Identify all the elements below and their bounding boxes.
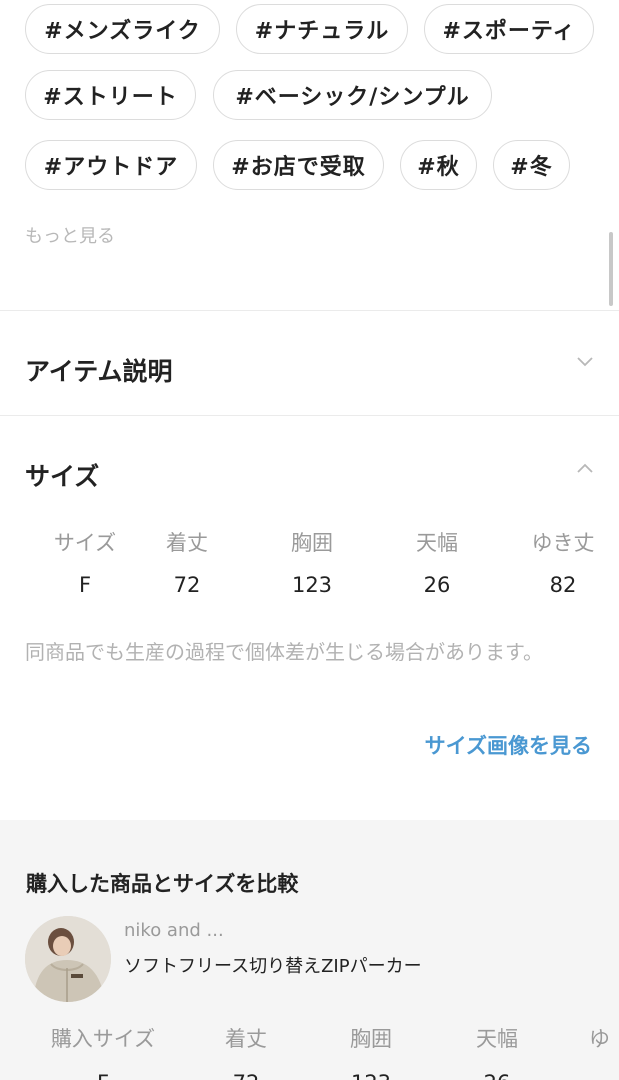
compare-column: 着丈 72	[181, 1024, 311, 1080]
tag-chip[interactable]: #スポーティ	[424, 4, 594, 54]
tag-chip[interactable]: #ストリート	[25, 70, 196, 120]
tag-chip[interactable]: #お店で受取	[213, 140, 384, 190]
size-value: 72	[173, 573, 201, 597]
chevron-up-icon[interactable]	[577, 460, 593, 476]
compare-header: 購入サイズ	[50, 1027, 156, 1051]
tag-chip[interactable]: #冬	[493, 140, 570, 190]
size-header: 着丈	[166, 531, 208, 555]
size-column: ゆき丈 82	[508, 528, 618, 600]
person-hoodie-icon	[25, 916, 111, 1002]
size-column: 着丈 72	[132, 528, 242, 600]
size-value: 82	[549, 573, 577, 597]
brand-name: niko and ...	[124, 920, 224, 941]
tag-chip[interactable]: #ベーシック/シンプル	[213, 70, 492, 120]
size-header: 胸囲	[291, 531, 333, 555]
scrollbar[interactable]	[609, 232, 613, 306]
compare-header: ゆ	[589, 1027, 610, 1051]
more-link[interactable]: もっと見る	[25, 222, 115, 248]
size-column: サイズ F	[30, 528, 140, 600]
chevron-down-icon[interactable]	[577, 354, 593, 370]
size-note: 同商品でも生産の過程で個体差が生じる場合があります。	[25, 640, 543, 664]
item-description-title[interactable]: アイテム説明	[25, 352, 173, 388]
tag-chip[interactable]: #秋	[400, 140, 477, 190]
product-detail-page: #メンズライク #ナチュラル #スポーティ #ストリート #ベーシック/シンプル…	[0, 0, 619, 1080]
size-header: 天幅	[416, 531, 458, 555]
compare-column: 胸囲 123	[306, 1024, 436, 1080]
size-header: サイズ	[53, 531, 117, 555]
size-image-link[interactable]: サイズ画像を見る	[425, 730, 592, 760]
divider	[0, 310, 619, 311]
compare-value	[530, 1068, 610, 1080]
size-section-title[interactable]: サイズ	[25, 457, 99, 493]
compare-value: 123	[306, 1068, 436, 1080]
size-column: 胸囲 123	[257, 528, 367, 600]
compare-title: 購入した商品とサイズを比較	[26, 872, 299, 896]
size-column: 天幅 26	[382, 528, 492, 600]
compare-column: ゆ	[530, 1024, 610, 1080]
compare-header: 胸囲	[350, 1027, 392, 1051]
compare-section: 購入した商品とサイズを比較 niko and ... ソフトフリース切り替えZI…	[0, 820, 619, 1080]
size-value: F	[78, 573, 92, 597]
tag-chip[interactable]: #アウトドア	[25, 140, 197, 190]
size-value: 26	[423, 573, 451, 597]
compare-value: 72	[181, 1068, 311, 1080]
product-name[interactable]: ソフトフリース切り替えZIPパーカー	[124, 952, 422, 978]
tag-chip[interactable]: #メンズライク	[25, 4, 220, 54]
product-thumbnail[interactable]	[25, 916, 111, 1002]
compare-column: 購入サイズ F	[38, 1024, 168, 1080]
compare-value: F	[38, 1068, 168, 1080]
size-value: 123	[291, 573, 333, 597]
divider	[0, 415, 619, 416]
tag-chip[interactable]: #ナチュラル	[236, 4, 408, 54]
compare-header: 着丈	[225, 1027, 267, 1051]
size-header: ゆき丈	[531, 531, 595, 555]
